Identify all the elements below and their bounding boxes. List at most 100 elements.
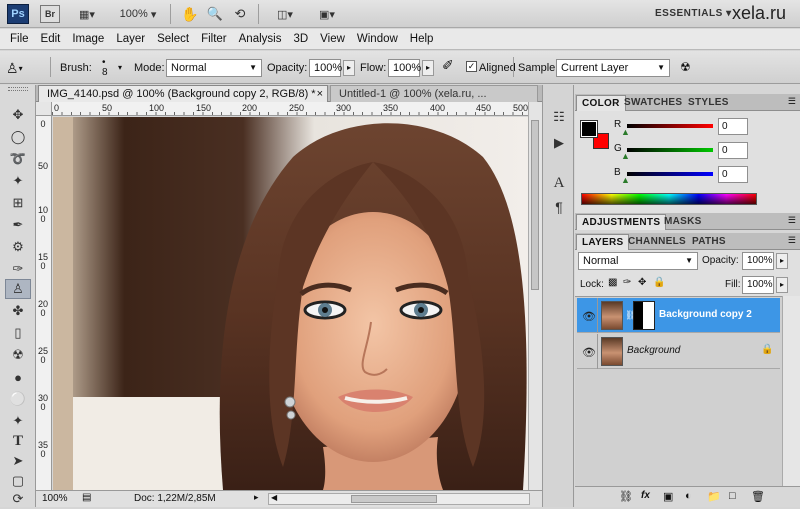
new-layer-icon[interactable]: □: [729, 490, 736, 502]
opacity-slider-button[interactable]: ▸: [343, 60, 355, 76]
flow-slider-button[interactable]: ▸: [422, 60, 434, 76]
link-layers-icon[interactable]: ⛓: [619, 490, 633, 503]
lock-transparency-icon[interactable]: ▩: [608, 277, 617, 288]
layer-row-background[interactable]: 👁 Background 🔒: [577, 334, 780, 369]
crop-tool-icon[interactable]: ⊞: [5, 193, 31, 213]
brush-tool-icon[interactable]: ✑: [5, 259, 31, 279]
g-slider[interactable]: [627, 148, 713, 152]
eyedropper-tool-icon[interactable]: ✒: [5, 215, 31, 235]
menu-window[interactable]: Window: [351, 33, 404, 45]
zoom-tool-icon[interactable]: 🔍: [205, 5, 225, 23]
tab-img-4140[interactable]: IMG_4140.psd @ 100% (Background copy 2, …: [38, 85, 328, 102]
actions-panel-icon[interactable]: ▶: [548, 133, 570, 153]
layer-row-background-copy-2[interactable]: 👁 ⛓ Background copy 2: [577, 298, 780, 333]
character-panel-icon[interactable]: A: [548, 173, 570, 193]
bridge-button[interactable]: Br: [40, 5, 60, 23]
fill-slider-button[interactable]: ▸: [776, 277, 788, 293]
new-group-icon[interactable]: 📁: [707, 490, 721, 503]
slider-handle-icon[interactable]: ▲: [621, 175, 630, 185]
lasso-tool-icon[interactable]: ➰: [5, 149, 31, 169]
layer-opacity-slider-button[interactable]: ▸: [776, 253, 788, 269]
path-selection-tool-icon[interactable]: ➤: [5, 451, 31, 471]
history-brush-tool-icon[interactable]: ✤: [5, 301, 31, 321]
tool-preset-picker[interactable]: ♙ ▾: [6, 59, 46, 77]
mode-select[interactable]: Normal ▼: [166, 59, 262, 77]
layer-style-icon[interactable]: fx: [641, 490, 650, 501]
lock-all-icon[interactable]: 🔒: [653, 277, 665, 288]
g-value-input[interactable]: 0: [718, 142, 748, 159]
lock-position-icon[interactable]: ✥: [638, 277, 646, 288]
export-icon[interactable]: ▤: [82, 492, 91, 503]
menu-select[interactable]: Select: [151, 33, 195, 45]
menu-layer[interactable]: Layer: [110, 33, 151, 45]
slider-handle-icon[interactable]: ▲: [621, 151, 630, 161]
menu-help[interactable]: Help: [404, 33, 440, 45]
menu-edit[interactable]: Edit: [35, 33, 67, 45]
adjustment-layer-icon[interactable]: ◐: [685, 490, 692, 502]
eye-icon[interactable]: 👁: [582, 346, 596, 359]
slider-handle-icon[interactable]: ▲: [621, 127, 630, 137]
clone-stamp-tool-icon[interactable]: ♙: [5, 279, 31, 299]
ignore-adjustment-layers-icon[interactable]: ☢: [680, 60, 691, 74]
tab-masks[interactable]: MASKS: [659, 214, 707, 230]
dodge-tool-icon[interactable]: ⚪: [5, 389, 31, 409]
lock-pixels-icon[interactable]: ✑: [623, 277, 631, 288]
tab-channels[interactable]: CHANNELS: [623, 234, 691, 250]
toolbox-grip[interactable]: [8, 87, 28, 91]
panel-menu-icon[interactable]: ☰: [788, 215, 796, 226]
panel-menu-icon[interactable]: ☰: [788, 96, 796, 107]
shape-tool-icon[interactable]: ▢: [5, 471, 31, 491]
layers-scrollbar[interactable]: [782, 296, 800, 486]
3d-rotate-tool-icon[interactable]: ⟳: [5, 489, 31, 509]
zoom-level-dropdown[interactable]: 100% ▾: [114, 5, 162, 23]
hand-tool-icon[interactable]: ✋: [180, 5, 200, 23]
zoom-field[interactable]: 100%: [42, 493, 68, 504]
menu-image[interactable]: Image: [66, 33, 110, 45]
eraser-tool-icon[interactable]: ▯: [5, 323, 31, 343]
delete-layer-icon[interactable]: 🗑: [751, 490, 765, 503]
tab-paths[interactable]: PATHS: [687, 234, 731, 250]
menu-analysis[interactable]: Analysis: [233, 33, 288, 45]
vertical-ruler[interactable]: 0 50 100 150 200 250 300 350: [36, 116, 52, 490]
aligned-checkbox[interactable]: ✓: [466, 61, 477, 72]
layer-opacity-input[interactable]: 100%: [742, 252, 774, 270]
arrange-documents-button[interactable]: ◫▾: [268, 5, 302, 23]
b-slider[interactable]: [627, 172, 713, 176]
view-extras-button[interactable]: ▦▾: [70, 5, 104, 23]
brush-picker[interactable]: • 8 ▾: [96, 57, 126, 79]
rotate-view-icon[interactable]: ⟲: [230, 5, 250, 23]
move-tool-icon[interactable]: ✥: [5, 105, 31, 125]
blur-tool-icon[interactable]: ●: [5, 367, 31, 387]
b-value-input[interactable]: 0: [718, 166, 748, 183]
r-value-input[interactable]: 0: [718, 118, 748, 135]
history-panel-icon[interactable]: ☷: [548, 107, 570, 127]
paint-bucket-tool-icon[interactable]: ☢: [5, 345, 31, 365]
scroll-left-icon[interactable]: ◀: [271, 493, 277, 502]
tab-untitled-1[interactable]: Untitled-1 @ 100% (xela.ru, ...: [330, 85, 538, 102]
vertical-scrollbar[interactable]: [528, 102, 542, 490]
workspace-switcher[interactable]: ESSENTIALS ▾: [655, 8, 732, 19]
menu-filter[interactable]: Filter: [195, 33, 233, 45]
paragraph-panel-icon[interactable]: ¶: [548, 197, 570, 217]
layer-mask-thumbnail[interactable]: [633, 301, 655, 330]
r-slider[interactable]: [627, 124, 713, 128]
opacity-input[interactable]: 100%: [309, 59, 342, 77]
flow-input[interactable]: 100%: [388, 59, 421, 77]
tab-adjustments[interactable]: ADJUSTMENTS: [576, 214, 667, 230]
quick-selection-tool-icon[interactable]: ✦: [5, 171, 31, 191]
scroll-thumb[interactable]: [531, 120, 539, 290]
sample-select[interactable]: Current Layer ▼: [556, 59, 670, 77]
eye-icon[interactable]: 👁: [582, 310, 596, 323]
menu-file[interactable]: File: [4, 33, 35, 45]
color-spectrum-ramp[interactable]: [581, 193, 757, 205]
horizontal-ruler[interactable]: 0 50 100 150 200 250 300 350 400 450 500: [52, 102, 532, 116]
healing-brush-tool-icon[interactable]: ⚙: [5, 237, 31, 257]
airbrush-icon[interactable]: ✐: [442, 57, 454, 74]
screen-mode-button[interactable]: ▣▾: [310, 5, 344, 23]
status-menu-arrow-icon[interactable]: ▸: [254, 492, 259, 503]
scroll-thumb[interactable]: [351, 495, 437, 503]
horizontal-scrollbar[interactable]: ◀: [268, 493, 530, 505]
document-canvas[interactable]: [53, 117, 528, 490]
fill-input[interactable]: 100%: [742, 276, 774, 294]
ruler-origin[interactable]: [36, 102, 52, 116]
